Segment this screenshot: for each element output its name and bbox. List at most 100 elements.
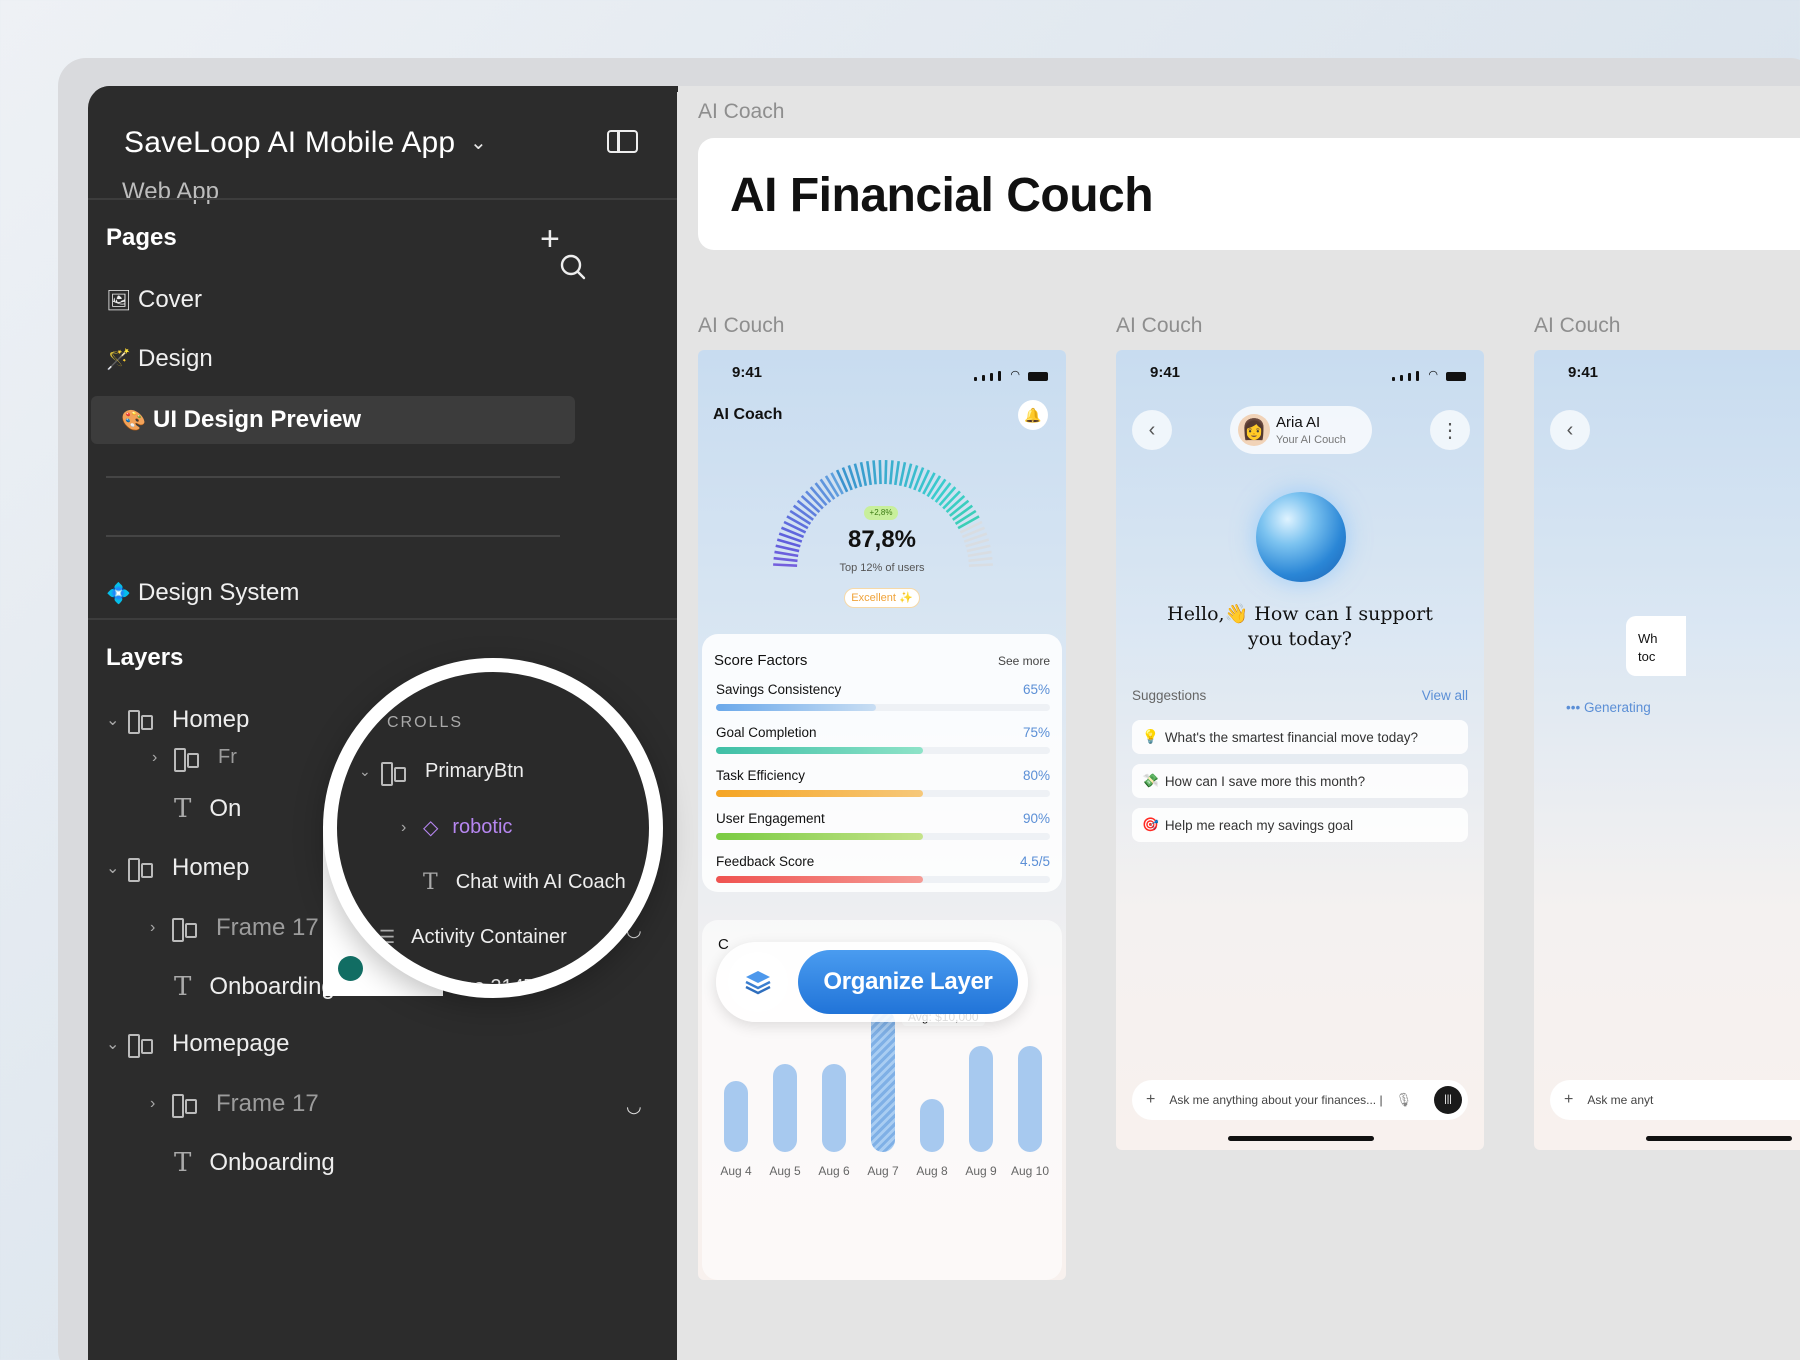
frame-label[interactable]: AI Couch xyxy=(698,314,784,338)
battery-icon xyxy=(1028,372,1048,381)
page-item-cover[interactable]: 🖼 Cover xyxy=(106,286,202,314)
typing-dots-icon: ••• xyxy=(1566,700,1584,715)
wifi-icon: ◠ xyxy=(1428,369,1438,381)
back-chevron-icon[interactable]: ‹ xyxy=(1132,410,1172,450)
layers-stack-icon[interactable] xyxy=(728,952,788,1012)
page-item-design[interactable]: 🪄 Design xyxy=(106,345,213,373)
chart-bar[interactable] xyxy=(1018,1045,1042,1152)
score-factors-card: Score Factors See more Savings Consisten… xyxy=(702,634,1062,892)
back-chevron-icon[interactable]: ‹ xyxy=(1550,410,1590,450)
chat-input[interactable]: + Ask me anything about your finances...… xyxy=(1132,1080,1468,1120)
voice-wave-icon[interactable]: ||| xyxy=(1434,1086,1462,1114)
rating-badge: Excellent ✨ xyxy=(844,588,920,608)
layer-label: Chat with AI Coach xyxy=(455,871,626,893)
gauge-tick xyxy=(884,460,888,485)
chart-bar[interactable] xyxy=(773,1063,797,1152)
layer-row[interactable]: T On xyxy=(174,794,241,824)
chevron-down-icon[interactable]: ⌄ xyxy=(106,710,128,730)
chevron-down-icon[interactable]: ⌄ xyxy=(470,130,487,155)
layer-row[interactable]: › Fr xyxy=(152,746,237,772)
hidden-eye-icon[interactable]: ◡ xyxy=(626,1096,642,1117)
chart-x-label: Aug 10 xyxy=(1010,1164,1050,1178)
auto-layout-icon: ☰ xyxy=(379,927,396,947)
change-badge: +2,8% xyxy=(864,506,898,520)
phone-frame-chat[interactable]: 9:41 ◠ ‹ 👩 Aria AI Your AI Couch ⋮ Hello… xyxy=(1116,350,1484,1150)
picture-icon: 🖼 xyxy=(106,289,132,312)
page-item-ui-design-preview[interactable]: 🎨 UI Design Preview xyxy=(91,396,575,444)
factor-value: 4.5/5 xyxy=(1019,854,1050,869)
chevron-down-icon[interactable]: ⌄ xyxy=(359,763,381,780)
suggestion-chip[interactable]: 🎯 Help me reach my savings goal xyxy=(1132,808,1468,842)
frame-label[interactable]: AI Couch xyxy=(1116,314,1202,338)
score-factor-row: Goal Completion 75% xyxy=(716,725,1050,754)
status-time: 9:41 xyxy=(1568,364,1599,381)
chart-bar[interactable] xyxy=(871,1010,895,1152)
ai-orb xyxy=(1256,492,1346,582)
frame-label[interactable]: AI Couch xyxy=(1534,314,1620,338)
view-all-link[interactable]: View all xyxy=(1422,688,1468,703)
suggestions-title: Suggestions xyxy=(1132,688,1207,703)
plus-icon[interactable]: + xyxy=(1146,1091,1155,1109)
layer-row[interactable]: ⌄ Homepage xyxy=(106,1030,289,1058)
chart-bar[interactable] xyxy=(920,1099,944,1152)
project-title[interactable]: SaveLoop AI Mobile App xyxy=(124,126,455,160)
see-more-link[interactable]: See more xyxy=(998,654,1050,668)
factor-track xyxy=(716,833,1050,840)
status-time: 9:41 xyxy=(732,364,763,381)
toggle-panel-icon[interactable] xyxy=(607,130,638,153)
frame-label[interactable]: AI Coach xyxy=(698,100,784,124)
layer-row-chat[interactable]: T Chat with AI Coach xyxy=(423,870,626,895)
chat-input[interactable]: + Ask me anyt xyxy=(1550,1080,1800,1120)
layer-row-activity[interactable]: ☰ Activity Container xyxy=(379,926,567,949)
suggestion-chip[interactable]: 💸 How can I save more this month? xyxy=(1132,764,1468,798)
organize-layer-button[interactable]: Organize Layer xyxy=(798,950,1018,1014)
factor-fill xyxy=(716,876,924,883)
microphone-icon[interactable]: 🎙 xyxy=(1395,1092,1412,1108)
layer-label: Onboarding xyxy=(209,973,335,1000)
score-factor-row: Feedback Score 4.5/5 xyxy=(716,854,1050,883)
page-label: Design System xyxy=(138,579,300,606)
layer-row[interactable]: › Frame 17 xyxy=(150,914,319,942)
search-icon[interactable] xyxy=(560,254,586,280)
plus-icon[interactable]: + xyxy=(1564,1091,1573,1109)
add-page-icon[interactable]: + xyxy=(540,222,560,256)
chart-bar[interactable] xyxy=(969,1045,993,1152)
chevron-right-icon[interactable]: › xyxy=(152,749,174,767)
layer-label: Frame 17 xyxy=(216,1090,319,1117)
gauge-tick xyxy=(789,509,812,525)
gauge-tick xyxy=(819,478,836,500)
layer-row[interactable]: › Frame 17 xyxy=(150,1090,319,1118)
chevron-down-icon[interactable]: ⌄ xyxy=(106,858,128,878)
suggestion-chip[interactable]: 💡 What's the smartest financial move tod… xyxy=(1132,720,1468,754)
chart-bar[interactable] xyxy=(724,1081,748,1152)
layer-row[interactable]: ⌄ Homep xyxy=(106,706,249,734)
chevron-right-icon[interactable]: › xyxy=(401,819,423,837)
chevron-right-icon[interactable]: › xyxy=(150,1095,172,1113)
text-layer-icon: T xyxy=(174,1148,192,1178)
assistant-chip[interactable]: 👩 Aria AI Your AI Couch xyxy=(1230,406,1372,454)
design-canvas[interactable]: AI Coach AI Financial Couch AI Couch AI … xyxy=(678,86,1800,1360)
layer-label: Activity Container xyxy=(411,926,567,948)
divider xyxy=(88,618,677,620)
greeting-line-1: Hello,👋 How can I support xyxy=(1167,603,1433,625)
assistant-role: Your AI Couch xyxy=(1276,434,1346,446)
notification-bell-icon[interactable]: 🔔 xyxy=(1018,400,1048,430)
phone-frame-score[interactable]: 9:41 ◠ AI Coach 🔔 +2,8% 87,8% Top 12% of… xyxy=(698,350,1066,1280)
layer-row[interactable]: ⌄ Homep xyxy=(106,854,249,882)
layer-row-robotic[interactable]: › ◇ robotic xyxy=(401,815,512,840)
chart-bar[interactable] xyxy=(822,1063,846,1152)
layer-row-primarybtn[interactable]: ⌄ PrimaryBtn xyxy=(359,760,524,786)
layer-row[interactable]: T Onboarding xyxy=(174,972,335,1002)
layer-row[interactable]: T Onboarding xyxy=(174,1148,335,1178)
project-subtitle: Web App xyxy=(122,178,219,205)
gauge-tick xyxy=(773,556,798,563)
page-item-design-system[interactable]: 💠 Design System xyxy=(106,579,299,607)
chevron-right-icon[interactable]: › xyxy=(150,919,172,937)
chevron-down-icon[interactable]: ⌄ xyxy=(106,1034,128,1054)
money-icon: 💸 xyxy=(1142,773,1159,788)
title-card[interactable]: AI Financial Couch xyxy=(698,138,1800,250)
phone-frame-generating[interactable]: 9:41 ‹ Wh toc ••• Generating + Ask me an… xyxy=(1534,350,1800,1150)
wifi-icon: ◠ xyxy=(1010,369,1020,381)
gauge-tick xyxy=(889,460,894,485)
more-options-icon[interactable]: ⋮ xyxy=(1430,410,1470,450)
